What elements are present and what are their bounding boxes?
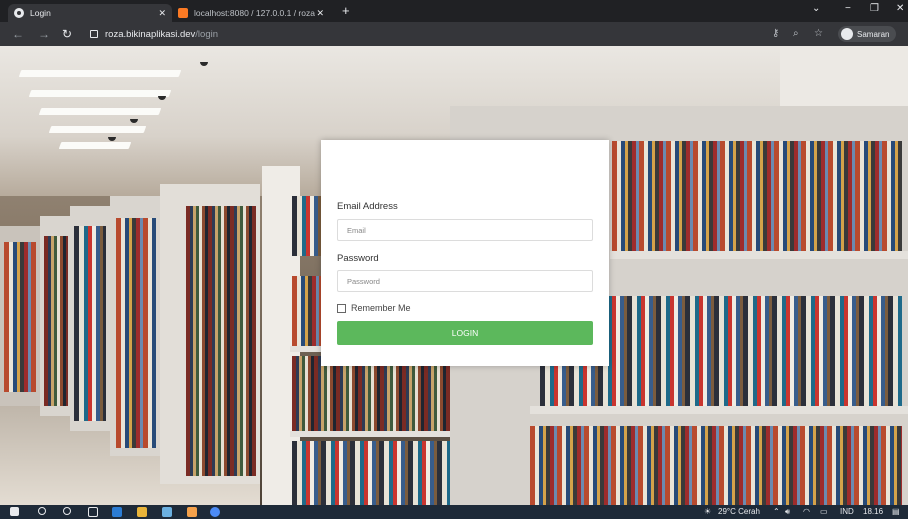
zoom-icon[interactable]: ⌕ (793, 28, 799, 39)
task-view-icon[interactable] (88, 507, 98, 517)
avatar (841, 28, 853, 40)
star-icon[interactable]: ☆ (814, 28, 823, 39)
tab-login[interactable]: Login ✕ (8, 4, 172, 22)
browser-toolbar: ← → ↻ roza.bikinaplikasi.dev/login ⚷ ⌕ ☆… (0, 22, 908, 46)
address-bar[interactable]: roza.bikinaplikasi.dev/login (90, 26, 218, 42)
close-tab-icon[interactable]: ✕ (316, 8, 324, 19)
new-tab-button[interactable]: + (342, 3, 350, 18)
speaker-icon[interactable]: 🔊︎ (785, 507, 790, 517)
remember-checkbox[interactable] (337, 303, 346, 313)
notification-icon[interactable]: ▤ (892, 507, 900, 516)
login-card: Email Address Password Remember Me LOGIN (321, 140, 609, 366)
language-indicator[interactable]: IND (840, 507, 854, 516)
windows-taskbar: ☀ 29°C Cerah ⌃ 🔊︎ ◠ ▭ IND 18.16 ▤ (0, 505, 908, 519)
tab-phpmyadmin[interactable]: localhost:8080 / 127.0.0.1 / roza ✕ (172, 4, 330, 22)
clock[interactable]: 18.16 (863, 507, 883, 516)
email-label: Email Address (337, 201, 398, 212)
email-field[interactable] (337, 219, 593, 241)
battery-icon[interactable]: ▭ (820, 507, 828, 516)
profile-button[interactable]: Samaran (838, 26, 897, 42)
tab-strip: Login ✕ localhost:8080 / 127.0.0.1 / roz… (0, 0, 908, 22)
globe-icon (14, 8, 24, 18)
url-host: roza.bikinaplikasi.dev (105, 28, 196, 40)
remember-me[interactable]: Remember Me (337, 303, 411, 313)
reload-icon[interactable]: ↻ (62, 27, 72, 41)
password-field[interactable] (337, 270, 593, 292)
profile-name: Samaran (857, 29, 890, 39)
word-icon[interactable] (112, 507, 122, 517)
wifi-icon[interactable]: ◠ (803, 507, 810, 516)
password-label: Password (337, 253, 379, 264)
forward-icon[interactable]: → (38, 27, 50, 41)
remember-label: Remember Me (351, 303, 411, 313)
url-path: /login (195, 28, 219, 40)
close-window-button[interactable]: ✕ (896, 3, 904, 14)
tab-title: Login (30, 8, 51, 18)
minimize-button[interactable]: − (845, 3, 851, 14)
xampp-icon (178, 8, 188, 18)
cortana-icon[interactable] (63, 507, 71, 515)
key-icon[interactable]: ⚷ (772, 28, 779, 39)
lock-icon (90, 30, 98, 38)
tab-title: localhost:8080 / 127.0.0.1 / roza (194, 8, 315, 18)
restore-button[interactable]: ❐ (870, 3, 879, 14)
tab-search-icon[interactable]: ⌄ (812, 3, 820, 14)
file-explorer-icon[interactable] (137, 507, 147, 517)
login-button[interactable]: LOGIN (337, 321, 593, 345)
page-viewport: Email Address Password Remember Me LOGIN (0, 46, 908, 505)
weather-icon[interactable]: ☀ (704, 507, 711, 516)
tray-chevron-icon[interactable]: ⌃ (773, 507, 780, 516)
windows-start-icon[interactable] (10, 507, 19, 516)
app-icon[interactable] (162, 507, 172, 517)
chrome-icon[interactable] (210, 507, 220, 517)
weather-text[interactable]: 29°C Cerah (718, 507, 760, 516)
search-icon[interactable] (38, 507, 46, 515)
close-tab-icon[interactable]: ✕ (158, 8, 166, 19)
back-icon[interactable]: ← (12, 27, 24, 41)
xampp-taskbar-icon[interactable] (187, 507, 197, 517)
